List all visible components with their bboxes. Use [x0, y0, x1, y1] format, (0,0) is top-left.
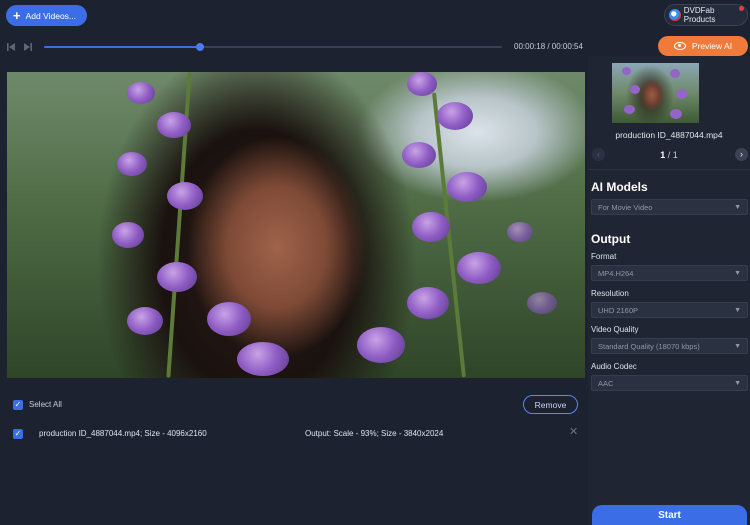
eye-icon — [673, 42, 686, 50]
dvdfab-products-button[interactable]: DVDFab Products — [664, 4, 748, 26]
audio-codec-label: Audio Codec — [591, 362, 637, 371]
video-thumbnail[interactable] — [612, 63, 699, 123]
seek-bar-progress — [44, 46, 200, 48]
page-current: 1 — [660, 150, 666, 160]
format-value: MP4.H264 — [598, 268, 634, 278]
file-output-info: Output: Scale - 93%; Size - 3840x2024 — [305, 429, 444, 438]
flower — [676, 89, 687, 99]
play-next-icon[interactable] — [23, 42, 33, 52]
page-total: / 1 — [667, 150, 678, 160]
thumbnail-file-name: production ID_4887044.mp4 — [615, 130, 723, 140]
flower — [237, 342, 289, 376]
add-videos-label: Add Videos... — [25, 10, 77, 21]
flower — [157, 262, 197, 292]
dvdfab-logo-icon — [669, 9, 681, 21]
flower — [670, 69, 680, 78]
seek-bar[interactable] — [44, 43, 502, 51]
preview-ai-label: Preview AI — [691, 41, 733, 51]
notification-dot-icon — [739, 6, 744, 11]
flower — [357, 327, 405, 363]
flower — [127, 307, 163, 335]
flower — [624, 105, 635, 114]
dvdfab-products-label: DVDFab Products — [683, 6, 716, 24]
ai-models-title: AI Models — [591, 180, 648, 194]
flower — [447, 172, 487, 202]
video-quality-select[interactable]: Standard Quality (18070 kbps) ▼ — [591, 338, 748, 354]
flower — [527, 292, 557, 314]
preview-ai-button[interactable]: Preview AI — [658, 36, 748, 56]
page-indicator: 1 / 1 — [588, 150, 750, 160]
audio-codec-value: AAC — [598, 378, 614, 388]
select-all-label: Select All — [29, 400, 62, 409]
flower — [402, 142, 436, 168]
flower — [437, 102, 473, 130]
flower — [407, 72, 437, 96]
chevron-down-icon: ▼ — [734, 307, 741, 314]
audio-codec-select[interactable]: AAC ▼ — [591, 375, 748, 391]
chevron-down-icon: ▼ — [734, 270, 741, 277]
plus-icon: + — [13, 8, 21, 23]
top-bar — [0, 0, 750, 32]
checkmark-icon: ✓ — [14, 400, 22, 409]
skip-back-icon[interactable] — [6, 42, 16, 52]
flower — [670, 109, 682, 119]
flower — [457, 252, 501, 284]
video-quality-value: Standard Quality (18070 kbps) — [598, 341, 700, 351]
playback-bar: 00:00:18 / 00:00:54 — [0, 34, 588, 60]
chevron-down-icon: ▼ — [734, 380, 741, 387]
flower — [157, 112, 191, 138]
timecode: 00:00:18 / 00:00:54 — [514, 42, 583, 51]
resolution-select[interactable]: UHD 2160P ▼ — [591, 302, 748, 318]
flower — [407, 287, 449, 319]
chevron-down-icon: ▼ — [734, 204, 741, 211]
flower — [112, 222, 144, 248]
checkmark-icon: ✓ — [14, 429, 22, 438]
ai-model-select[interactable]: For Movie Video ▼ — [591, 199, 748, 215]
format-select[interactable]: MP4.H264 ▼ — [591, 265, 748, 281]
seek-bar-handle[interactable] — [195, 43, 204, 51]
video-quality-label: Video Quality — [591, 325, 639, 334]
add-videos-button[interactable]: + Add Videos... — [6, 5, 87, 26]
remove-button[interactable]: Remove — [523, 395, 578, 414]
file-checkbox[interactable]: ✓ — [13, 429, 23, 439]
flower — [127, 82, 155, 104]
flower — [117, 152, 147, 176]
file-name: production ID_4887044.mp4; Size - 4096x2… — [39, 429, 207, 438]
chevron-down-icon: ▼ — [734, 343, 741, 350]
output-title: Output — [591, 232, 631, 246]
flower — [207, 302, 251, 336]
flower — [412, 212, 450, 242]
resolution-label: Resolution — [591, 289, 629, 298]
resolution-value: UHD 2160P — [598, 305, 639, 315]
next-page-button[interactable]: › — [735, 148, 748, 161]
video-preview — [7, 72, 585, 378]
flower — [507, 222, 533, 242]
format-label: Format — [591, 252, 617, 261]
flower — [167, 182, 203, 210]
start-button[interactable]: Start — [592, 505, 747, 525]
close-icon[interactable]: ✕ — [569, 427, 578, 438]
flower — [622, 67, 631, 75]
ai-model-value: For Movie Video — [598, 202, 653, 212]
panel-divider — [588, 169, 750, 170]
select-all-checkbox[interactable]: ✓ — [13, 400, 23, 410]
flower — [630, 85, 640, 94]
